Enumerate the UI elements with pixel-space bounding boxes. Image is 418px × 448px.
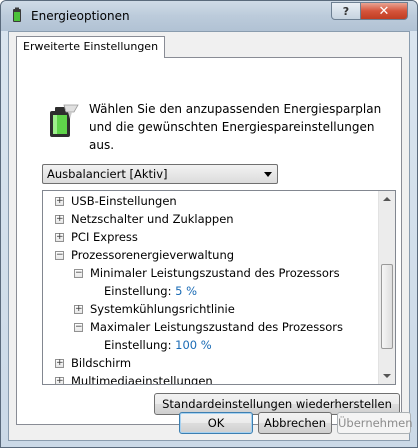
scroll-up-icon[interactable] <box>383 197 391 201</box>
tree-item-label: Multimediaeinstellungen <box>71 374 213 385</box>
window-title: Energieoptionen <box>31 9 130 23</box>
settings-tree[interactable]: + USB-Einstellungen + Netzschalter und Z… <box>42 190 396 385</box>
collapse-minus-icon[interactable]: − <box>74 269 83 278</box>
tree-item-label: USB-Einstellungen <box>71 194 177 208</box>
dialog-client-area: Erweiterte Einstellungen Wählen Sie den … <box>8 31 413 441</box>
tree-item-label: Systemkühlungsrichtlinie <box>90 302 235 316</box>
tab-panel: Wählen Sie den anzupassenden Energiespar… <box>16 57 402 425</box>
close-button[interactable]: ✕ <box>360 2 408 20</box>
description-text: Wählen Sie den anzupassenden Energiespar… <box>89 102 382 152</box>
tree-item-label: Prozessorenergieverwaltung <box>71 248 235 262</box>
close-icon: ✕ <box>378 3 390 19</box>
apply-button[interactable]: Übernehmen <box>337 412 413 434</box>
expand-plus-icon[interactable]: + <box>55 215 64 224</box>
power-options-icon <box>13 7 21 22</box>
chevron-down-icon <box>264 172 272 177</box>
expand-plus-icon[interactable]: + <box>55 359 64 368</box>
title-bar[interactable]: Energieoptionen ? ✕ <box>1 1 417 31</box>
expand-plus-icon[interactable]: + <box>74 305 83 314</box>
setting-label: Einstellung: <box>104 284 172 298</box>
power-plan-value: Ausbalanciert [Aktiv] <box>47 167 168 181</box>
tree-item-min-setting[interactable]: Einstellung: 5 % <box>104 282 197 300</box>
tab-advanced-settings[interactable]: Erweiterte Einstellungen <box>16 36 166 58</box>
collapse-minus-icon[interactable]: − <box>55 251 64 260</box>
tree-item-label: Netzschalter und Zuklappen <box>71 212 234 226</box>
tree-item-label: Minimaler Leistungszustand des Prozessor… <box>90 266 340 280</box>
dialog-window: Energieoptionen ? ✕ Erweiterte Einstellu… <box>0 0 418 448</box>
help-icon: ? <box>342 4 350 18</box>
collapse-minus-icon[interactable]: − <box>74 323 83 332</box>
power-plan-dropdown[interactable]: Ausbalanciert [Aktiv] <box>42 164 278 184</box>
cancel-button[interactable]: Abbrechen <box>258 412 332 434</box>
ok-button[interactable]: OK <box>179 412 253 434</box>
scroll-thumb[interactable] <box>381 264 393 349</box>
tree-item-label: PCI Express <box>71 230 138 244</box>
help-button[interactable]: ? <box>331 2 361 20</box>
expand-plus-icon[interactable]: + <box>55 233 64 242</box>
max-setting-value[interactable]: 100 % <box>175 338 212 352</box>
tree-item-max-setting[interactable]: Einstellung: 100 % <box>104 336 212 354</box>
battery-icon <box>50 104 79 137</box>
scroll-down-icon[interactable] <box>383 374 391 378</box>
min-setting-value[interactable]: 5 % <box>175 284 197 298</box>
expand-plus-icon[interactable]: + <box>55 377 64 384</box>
tree-item-label: Maximaler Leistungszustand des Prozessor… <box>90 320 343 334</box>
expand-plus-icon[interactable]: + <box>55 197 64 206</box>
setting-label: Einstellung: <box>104 338 172 352</box>
tree-item-label: Bildschirm <box>71 356 132 370</box>
tree-scrollbar[interactable] <box>378 191 395 384</box>
